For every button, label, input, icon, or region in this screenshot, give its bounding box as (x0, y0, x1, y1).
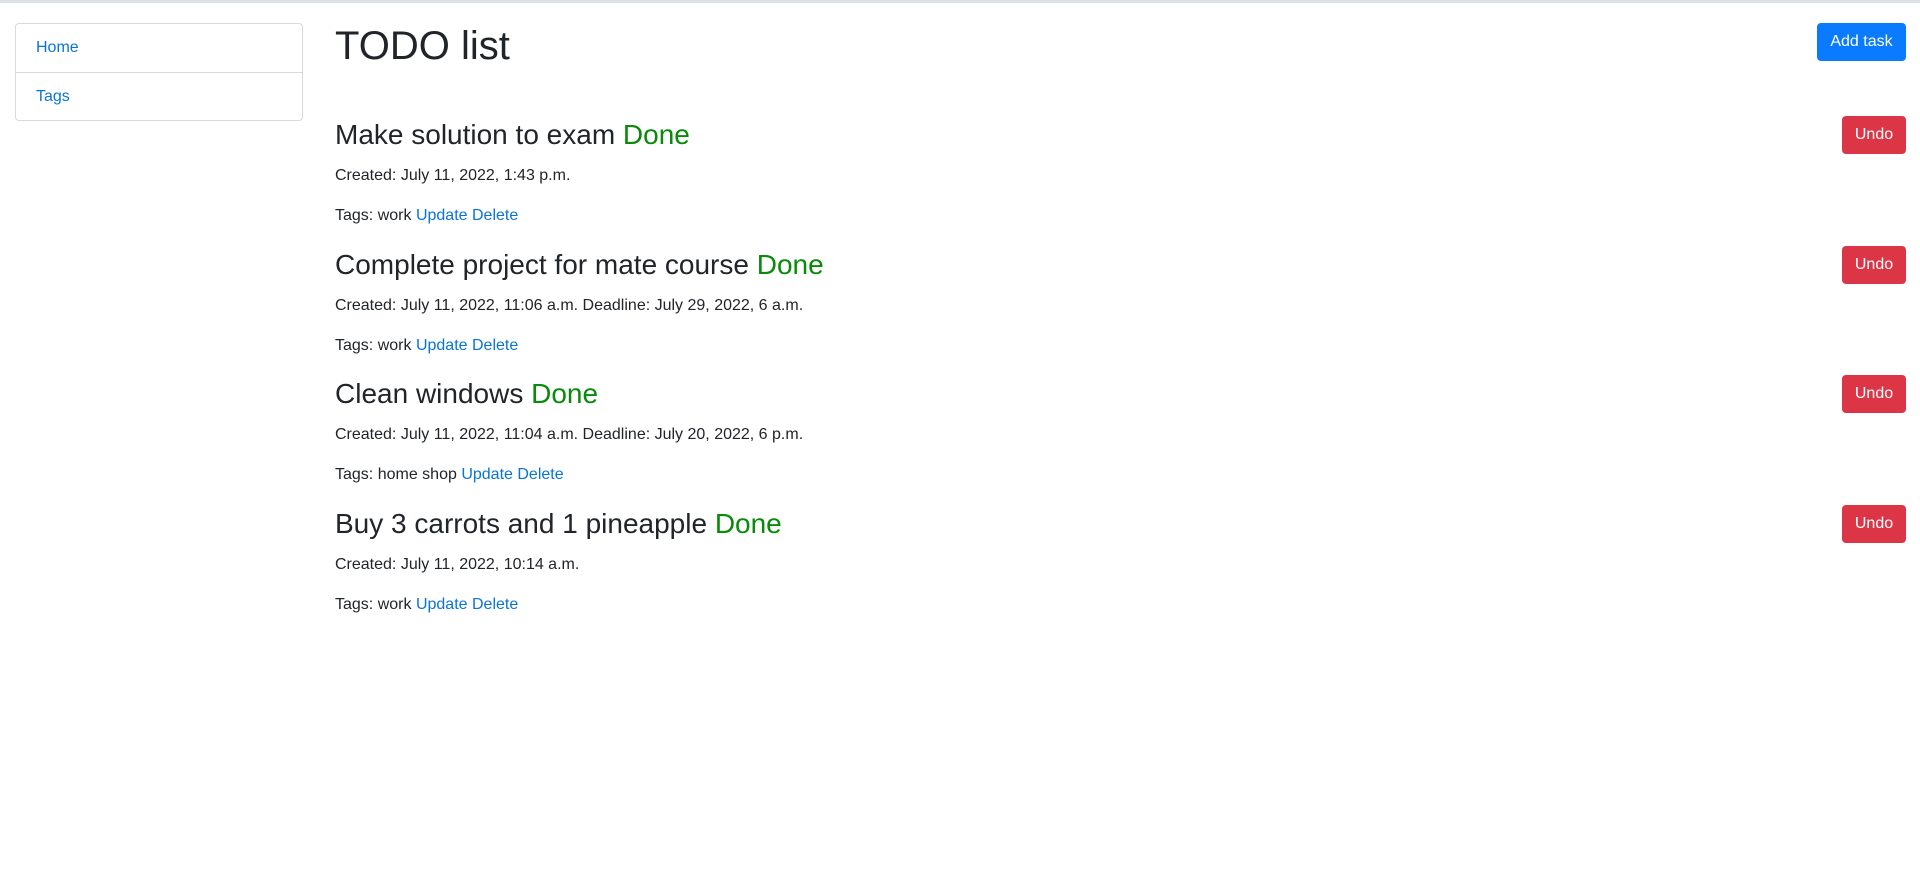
task-meta: Created: July 11, 2022, 11:04 a.m. Deadl… (335, 426, 804, 443)
tags-value: work (377, 207, 412, 224)
task-item: Make solution to exam Done Created: July… (335, 116, 1906, 248)
delete-link[interactable]: Delete (472, 207, 518, 224)
task-tags-row: Tags: work Update Delete (335, 336, 518, 356)
task-status: Done (756, 249, 824, 280)
task-title-text: Make solution to exam (335, 119, 616, 150)
update-link[interactable]: Update (416, 207, 468, 224)
tags-value: work (377, 337, 412, 354)
task-title-text: Buy 3 carrots and 1 pineapple (335, 508, 708, 539)
delete-link[interactable]: Delete (517, 466, 563, 483)
tags-label: Tags: (335, 337, 374, 354)
update-link[interactable]: Update (461, 466, 513, 483)
task-meta: Created: July 11, 2022, 11:06 a.m. Deadl… (335, 297, 804, 314)
undo-wrap: Undo (1842, 505, 1906, 543)
undo-button[interactable]: Undo (1842, 246, 1906, 284)
tags-label: Tags: (335, 466, 374, 483)
tags-label: Tags: (335, 207, 374, 224)
task-title-text: Complete project for mate course (335, 249, 749, 280)
undo-wrap: Undo (1842, 375, 1906, 413)
task-item: Buy 3 carrots and 1 pineapple Done Creat… (335, 505, 1906, 637)
tags-value: work (377, 596, 412, 613)
task-status: Done (531, 378, 599, 409)
task-title: Make solution to exam Done (335, 118, 690, 152)
undo-wrap: Undo (1842, 116, 1906, 154)
tags-label: Tags: (335, 596, 374, 613)
task-tags-row: Tags: home shop Update Delete (335, 465, 564, 485)
page-title: TODO list (335, 24, 510, 68)
task-status: Done (714, 508, 782, 539)
undo-button[interactable]: Undo (1842, 375, 1906, 413)
delete-link[interactable]: Delete (472, 596, 518, 613)
task-meta: Created: July 11, 2022, 10:14 a.m. (335, 556, 580, 573)
task-tags-row: Tags: work Update Delete (335, 595, 518, 615)
undo-wrap: Undo (1842, 246, 1906, 284)
tags-value: home shop (377, 466, 457, 483)
task-title: Buy 3 carrots and 1 pineapple Done (335, 507, 782, 541)
task-title: Complete project for mate course Done (335, 248, 824, 282)
task-tags-row: Tags: work Update Delete (335, 206, 518, 226)
sidebar: Home Tags (15, 23, 303, 121)
task-item: Complete project for mate course Done Cr… (335, 246, 1906, 378)
sidebar-item-tags[interactable]: Tags (16, 72, 302, 120)
task-title: Clean windows Done (335, 377, 598, 411)
update-link[interactable]: Update (416, 596, 468, 613)
undo-button[interactable]: Undo (1842, 116, 1906, 154)
delete-link[interactable]: Delete (472, 337, 518, 354)
undo-button[interactable]: Undo (1842, 505, 1906, 543)
task-status: Done (622, 119, 690, 150)
task-meta: Created: July 11, 2022, 1:43 p.m. (335, 167, 571, 184)
update-link[interactable]: Update (416, 337, 468, 354)
sidebar-item-home[interactable]: Home (16, 24, 302, 72)
task-title-text: Clean windows (335, 378, 524, 409)
top-border (0, 0, 1920, 3)
add-task-button[interactable]: Add task (1817, 23, 1906, 61)
task-item: Clean windows Done Created: July 11, 202… (335, 375, 1906, 507)
